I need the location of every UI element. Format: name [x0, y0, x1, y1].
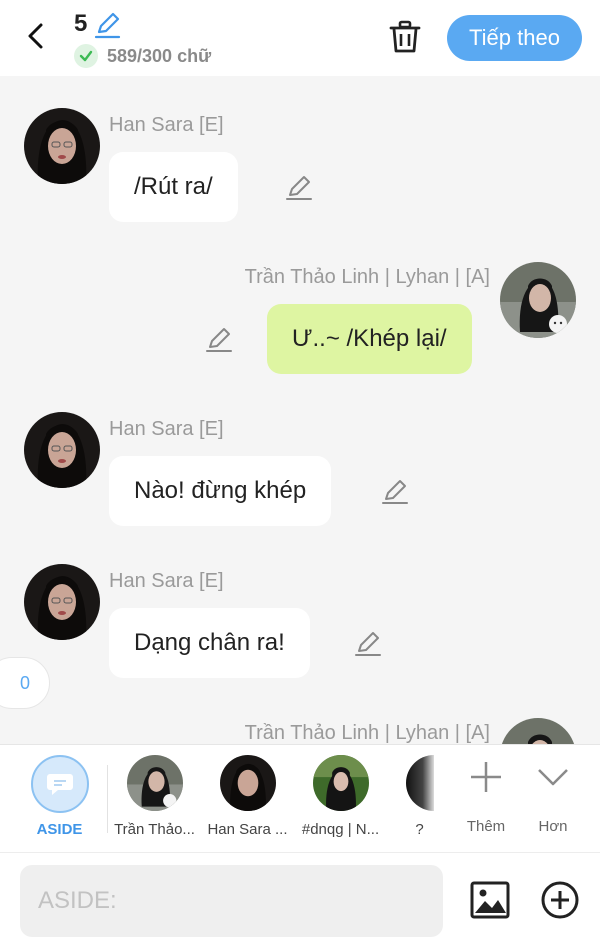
message-bubble[interactable]: Nào! đừng khép — [109, 456, 332, 526]
pencil-icon[interactable] — [204, 324, 234, 354]
message-sender: Han Sara [E] — [109, 114, 224, 136]
chevron-left-icon — [28, 23, 43, 49]
aside-icon — [30, 755, 89, 813]
character-han-sara[interactable]: Han Sara ... — [200, 755, 295, 838]
tool-label: Thêm — [466, 818, 506, 835]
add-character-button[interactable]: Thêm — [456, 757, 516, 835]
message-sender: Trần Thảo Linh | Lyhan | [A] — [244, 722, 490, 744]
tool-label: Hơn — [538, 818, 568, 835]
next-button[interactable]: Tiếp theo — [447, 15, 582, 61]
pencil-icon[interactable] — [380, 476, 410, 506]
message-sender: Han Sara [E] — [109, 418, 224, 440]
message-bubble[interactable]: /Rút ra/ — [109, 152, 238, 222]
trash-icon — [389, 20, 421, 53]
character-label: Trần Thảo... — [114, 821, 195, 838]
chevron-down-icon — [538, 769, 568, 786]
more-button[interactable]: Hơn — [523, 757, 583, 835]
pencil-icon[interactable] — [92, 10, 122, 40]
image-icon[interactable] — [468, 878, 512, 922]
character-bar: ASIDE Trần Thảo... Han Sara ... #dnqg | … — [0, 744, 600, 852]
delete-button[interactable] — [384, 16, 426, 58]
add-circle-icon[interactable] — [538, 878, 582, 922]
avatar-tran-thao-linh[interactable] — [500, 262, 576, 338]
character-tran-thao[interactable]: Trần Thảo... — [107, 755, 202, 838]
side-counter-button[interactable]: 0 — [0, 657, 50, 709]
message-bubble[interactable]: Ư..~ /Khép lại/ — [267, 304, 472, 374]
check-icon — [74, 44, 98, 68]
character-unknown[interactable]: ? — [372, 755, 467, 838]
avatar-han-sara[interactable] — [24, 108, 100, 184]
avatar — [219, 755, 276, 811]
plus-icon — [471, 762, 501, 792]
character-label: Han Sara ... — [207, 821, 288, 838]
message-sender: Trần Thảo Linh | Lyhan | [A] — [244, 266, 490, 288]
character-label: ? — [415, 821, 424, 838]
chat-area[interactable]: Han Sara [E] /Rút ra/ Trần Thảo Linh | L… — [0, 76, 600, 744]
avatar-han-sara[interactable] — [24, 412, 100, 488]
avatar-han-sara[interactable] — [24, 564, 100, 640]
pencil-icon[interactable] — [353, 628, 383, 658]
pencil-icon[interactable] — [284, 172, 314, 202]
back-button[interactable] — [18, 18, 54, 54]
word-count: 589/300 chữ — [107, 46, 212, 66]
avatar-tran-thao-linh[interactable] — [500, 718, 576, 744]
message-input[interactable] — [20, 865, 443, 937]
character-label: ASIDE — [36, 821, 83, 838]
character-aside[interactable]: ASIDE — [12, 755, 107, 838]
chapter-number: 5 — [74, 10, 88, 37]
avatar — [312, 755, 369, 811]
avatar — [126, 755, 183, 811]
top-bar: 5 589/300 chữ Tiếp theo — [0, 0, 600, 76]
composer — [0, 852, 600, 947]
message-bubble[interactable]: Dạng chân ra! — [109, 608, 310, 678]
message-sender: Han Sara [E] — [109, 570, 224, 592]
avatar — [406, 755, 434, 811]
